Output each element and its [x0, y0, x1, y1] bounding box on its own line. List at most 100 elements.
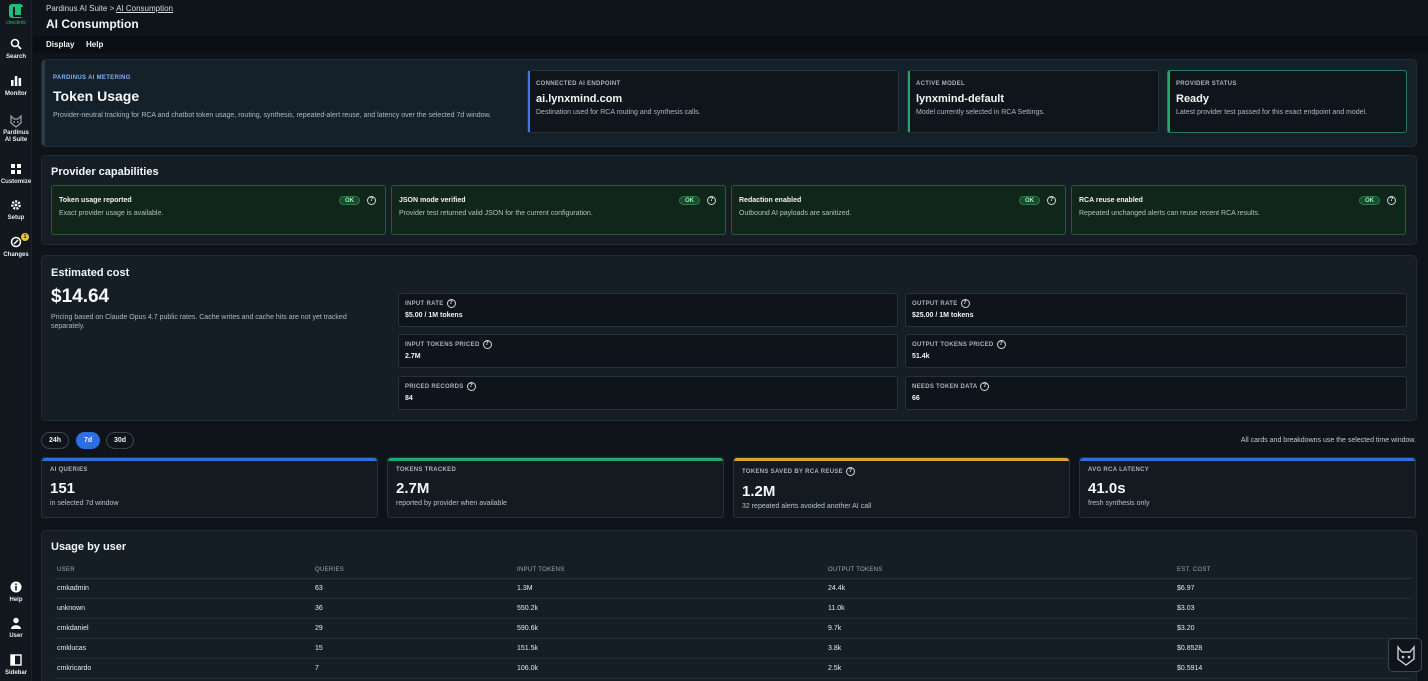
stat-subtext: fresh synthesis only	[1088, 500, 1150, 507]
stat-tokens-tracked: TOKENS TRACKED 2.7M reported by provider…	[387, 457, 724, 518]
tab-24h[interactable]: 24h	[41, 432, 70, 449]
checkmk-logo-icon	[9, 4, 23, 18]
status-badge: OK	[1019, 196, 1040, 205]
rate-label: INPUT RATE?	[405, 299, 456, 308]
sidebar-item-help[interactable]: Help	[0, 581, 32, 604]
column-user[interactable]: USER	[55, 562, 313, 579]
model-description: Model currently selected in RCA Settings…	[916, 109, 1045, 116]
status-badge: OK	[339, 196, 360, 205]
sidebar-item-label: Search	[5, 54, 26, 60]
help-icon[interactable]: ?	[960, 299, 970, 308]
stat-label: AVG RCA LATENCY	[1088, 467, 1150, 473]
capability-description: Exact provider usage is available.	[59, 210, 164, 217]
menu-help[interactable]: Help	[86, 40, 103, 49]
breadcrumb-current[interactable]: AI Consumption	[116, 4, 173, 13]
stat-subtext: in selected 7d window	[50, 500, 119, 507]
rate-label-text: PRICED RECORDS	[405, 384, 464, 391]
endpoint-value: ai.lynxmind.com	[536, 93, 623, 105]
tab-30d[interactable]: 30d	[106, 432, 135, 449]
cat-icon	[0, 114, 32, 128]
page-header: Pardinus AI Suite > AI Consumption AI Co…	[33, 0, 1428, 36]
help-icon[interactable]: ?	[1387, 196, 1396, 205]
capability-title: JSON mode verified	[399, 197, 466, 204]
capability-title: Token usage reported	[59, 197, 132, 204]
sidebar-item-changes[interactable]: 1 Changes	[0, 233, 32, 259]
help-icon[interactable]: ?	[446, 299, 456, 308]
stat-label: TOKENS SAVED BY RCA REUSE?	[742, 467, 855, 476]
time-window-note: All cards and breakdowns use the selecte…	[1240, 437, 1416, 444]
rate-label: PRICED RECORDS?	[405, 382, 476, 391]
token-usage-panel: PARDINUS AI METERING Token Usage Provide…	[41, 59, 1417, 147]
help-icon[interactable]: ?	[707, 196, 716, 205]
sidebar-item-monitor[interactable]: Monitor	[0, 75, 32, 98]
cell-est-cost: $3.03	[1175, 598, 1412, 619]
stat-label-text: TOKENS SAVED BY RCA REUSE	[742, 469, 843, 476]
hero-eyebrow: PARDINUS AI METERING	[53, 75, 131, 81]
cell-user: unknown	[55, 598, 313, 619]
sidebar-item-pardinus[interactable]: Pardinus AI Suite	[0, 114, 32, 144]
bar-chart-icon	[0, 75, 32, 88]
assistant-launcher-button[interactable]	[1388, 638, 1422, 672]
stat-accent	[734, 458, 1069, 461]
status-badge: OK	[679, 196, 700, 205]
rate-label: OUTPUT TOKENS PRICED?	[912, 340, 1006, 349]
capability-redaction: Redaction enabled Outbound AI payloads a…	[731, 185, 1066, 235]
help-icon[interactable]: ?	[1047, 196, 1056, 205]
rate-value: 66	[912, 395, 920, 402]
help-icon[interactable]: ?	[466, 382, 476, 391]
help-icon[interactable]: ?	[482, 340, 492, 349]
checkmk-logo[interactable]: checkmk	[4, 4, 28, 26]
stat-accent	[388, 458, 723, 461]
table-row: cmkricardo 7 106.0k 2.5k $0.5914	[55, 658, 1412, 679]
column-output-tokens[interactable]: OUTPUT TOKENS	[826, 562, 1175, 579]
priced-records-card: PRICED RECORDS? 84	[398, 376, 898, 410]
model-accent	[908, 71, 910, 132]
capability-json-mode: JSON mode verified Provider test returne…	[391, 185, 726, 235]
cell-user: cmkadmin	[55, 578, 313, 599]
help-icon[interactable]: ?	[996, 340, 1006, 349]
rate-value: 2.7M	[405, 353, 421, 360]
capability-title: Redaction enabled	[739, 197, 802, 204]
breadcrumb-root[interactable]: Pardinus AI Suite	[46, 4, 107, 13]
rate-value: 51.4k	[912, 353, 930, 360]
capability-rca-reuse: RCA reuse enabled Repeated unchanged ale…	[1071, 185, 1406, 235]
column-input-tokens[interactable]: INPUT TOKENS	[515, 562, 826, 579]
sidebar-item-search[interactable]: Search	[0, 38, 32, 61]
status-description: Latest provider test passed for this exa…	[1176, 109, 1368, 116]
sidebar-item-setup[interactable]: Setup	[0, 199, 32, 222]
help-icon[interactable]: ?	[845, 467, 855, 476]
grid-icon	[0, 163, 32, 176]
status-badge: OK	[1359, 196, 1380, 205]
stat-ai-queries: AI QUERIES 151 in selected 7d window	[41, 457, 378, 518]
column-est-cost[interactable]: EST. COST	[1175, 562, 1412, 579]
sidebar-item-user[interactable]: User	[0, 617, 32, 640]
sidebar-icon	[0, 654, 32, 667]
rate-value: $25.00 / 1M tokens	[912, 312, 974, 319]
capability-description: Outbound AI payloads are sanitized.	[739, 210, 852, 217]
rate-label: INPUT TOKENS PRICED?	[405, 340, 492, 349]
help-icon[interactable]: ?	[367, 196, 376, 205]
hero-accent	[42, 60, 45, 146]
user-icon	[0, 617, 32, 630]
rate-label: NEEDS TOKEN DATA?	[912, 382, 990, 391]
table-header-row: USER QUERIES INPUT TOKENS OUTPUT TOKENS …	[55, 562, 1412, 579]
sidebar-item-sidebar[interactable]: Sidebar	[0, 654, 32, 677]
table-row: cmkadmin 63 1.3M 24.4k $6.97	[55, 578, 1412, 599]
capabilities-title: Provider capabilities	[51, 166, 159, 178]
output-rate-card: OUTPUT RATE? $25.00 / 1M tokens	[905, 293, 1407, 327]
info-icon	[0, 581, 32, 594]
tab-7d[interactable]: 7d	[76, 432, 101, 449]
column-queries[interactable]: QUERIES	[313, 562, 515, 579]
capability-description: Repeated unchanged alerts can reuse rece…	[1079, 210, 1260, 217]
cell-input-tokens: 151.5k	[515, 638, 826, 659]
menu-display[interactable]: Display	[46, 40, 74, 49]
table-row: unknown 36 550.2k 11.0k $3.03	[55, 598, 1412, 619]
input-rate-card: INPUT RATE? $5.00 / 1M tokens	[398, 293, 898, 327]
cell-output-tokens: 11.0k	[826, 598, 1175, 619]
cell-output-tokens: 24.4k	[826, 578, 1175, 599]
breadcrumb: Pardinus AI Suite > AI Consumption	[46, 4, 173, 13]
sidebar-item-customize[interactable]: Customize	[0, 163, 32, 186]
help-icon[interactable]: ?	[980, 382, 990, 391]
cell-output-tokens: 9.7k	[826, 618, 1175, 639]
table-row: cmkdaniel 29 590.6k 9.7k $3.20	[55, 618, 1412, 639]
